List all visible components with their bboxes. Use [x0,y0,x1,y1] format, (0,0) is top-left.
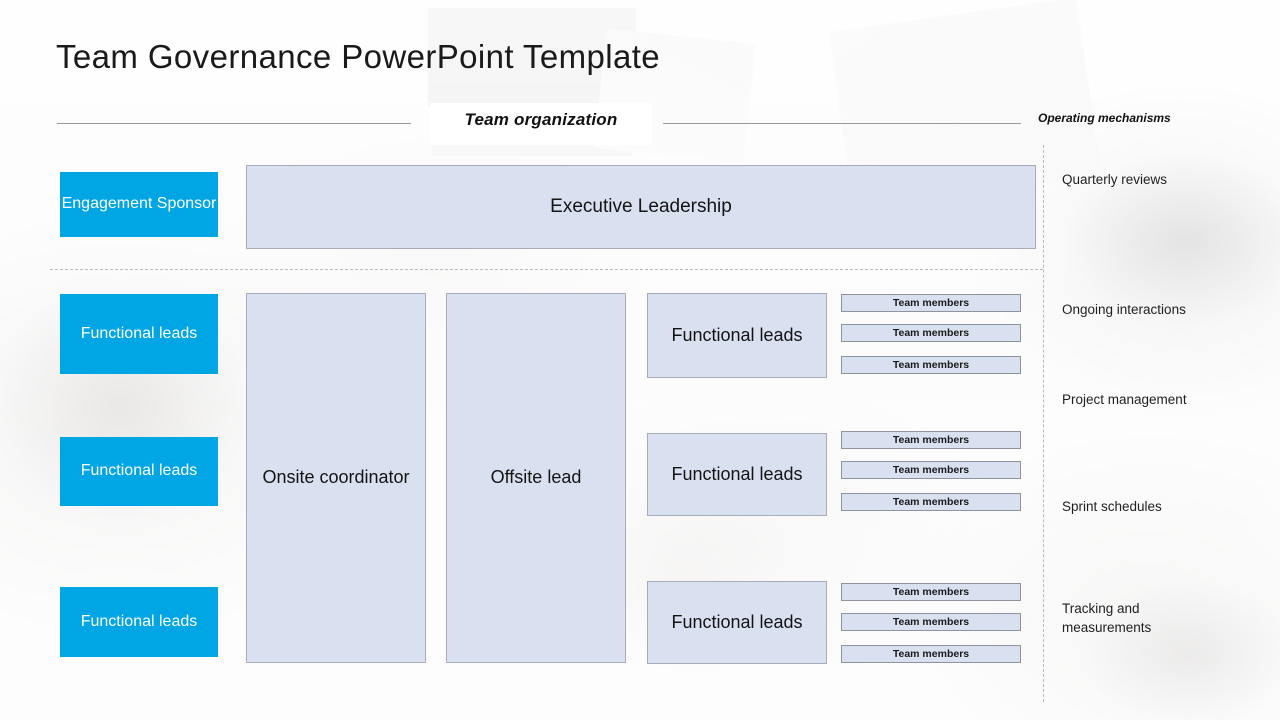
operating-mechanism-tracking-and-measurements: Tracking and measurements [1062,601,1152,636]
team-members-strip-1-2[interactable]: Team members [841,324,1021,342]
operating-mechanism-project-management: Project management [1062,392,1187,407]
role-box-functional-leads-2[interactable]: Functional leads [60,437,218,506]
org-box-executive-leadership[interactable]: Executive Leadership [246,165,1036,249]
org-box-onsite-coordinator[interactable]: Onsite coordinator [246,293,426,663]
header-rule-right [663,123,1021,124]
team-members-strip-1-1[interactable]: Team members [841,294,1021,312]
team-members-strip-2-3[interactable]: Team members [841,493,1021,511]
vertical-dashed-divider [1043,145,1044,702]
team-members-strip-2-1[interactable]: Team members [841,431,1021,449]
header-rule-left [57,123,411,124]
org-box-functional-leads-2[interactable]: Functional leads [647,433,827,516]
team-members-strip-3-1[interactable]: Team members [841,583,1021,601]
org-box-functional-leads-1[interactable]: Functional leads [647,293,827,378]
operating-mechanism-ongoing-interactions: Ongoing interactions [1062,302,1186,317]
role-box-engagement-sponsor[interactable]: Engagement Sponsor [60,172,218,237]
operating-mechanism-sprint-schedules: Sprint schedules [1062,499,1162,514]
team-members-strip-3-2[interactable]: Team members [841,613,1021,631]
org-box-offsite-lead[interactable]: Offsite lead [446,293,626,663]
team-members-strip-3-3[interactable]: Team members [841,645,1021,663]
horizontal-dashed-divider [50,269,1043,270]
role-box-functional-leads-1[interactable]: Functional leads [60,294,218,374]
role-box-functional-leads-3[interactable]: Functional leads [60,587,218,657]
team-members-strip-1-3[interactable]: Team members [841,356,1021,374]
section-label-team-organization: Team organization [464,110,618,129]
org-box-functional-leads-3[interactable]: Functional leads [647,581,827,664]
team-members-strip-2-2[interactable]: Team members [841,461,1021,479]
slide-canvas: Team Governance PowerPoint Template Team… [0,0,1280,720]
section-label-operating-mechanisms: Operating mechanisms [1038,111,1171,125]
operating-mechanism-quarterly-reviews: Quarterly reviews [1062,172,1168,187]
page-title: Team Governance PowerPoint Template [56,38,661,75]
